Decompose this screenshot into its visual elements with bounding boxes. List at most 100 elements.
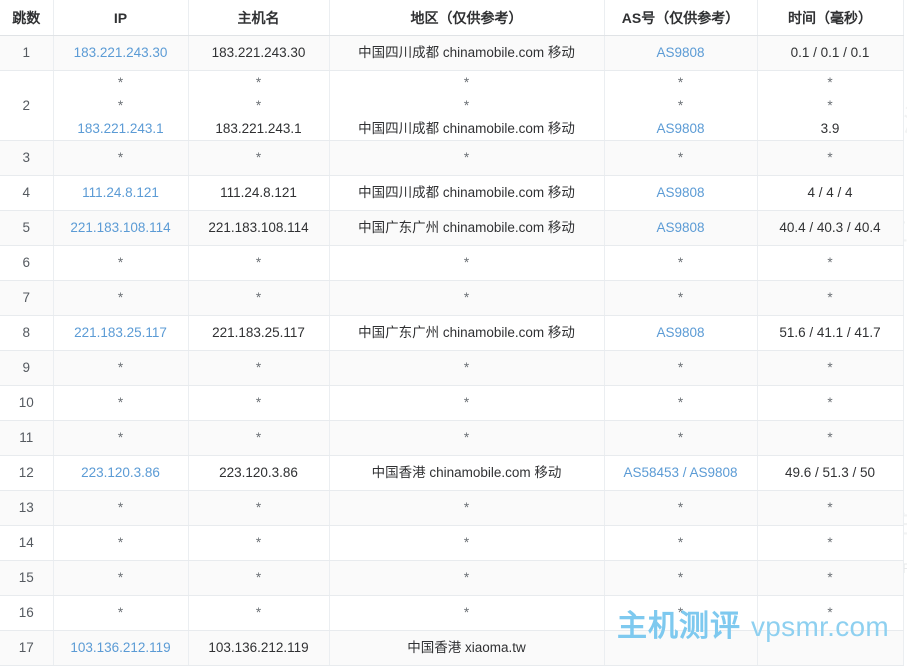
cell-hostname: * <box>188 385 330 421</box>
brand-url: vpsmr.com <box>751 611 890 642</box>
cell-time-lines: * * 3.9 <box>762 71 899 140</box>
cell-hop: 8 <box>0 315 54 351</box>
cell-time-value: 3.9 <box>820 121 840 136</box>
cell-hostname: * <box>188 140 330 176</box>
cell-geo: 中国四川成都 chinamobile.com 移动 <box>329 35 605 71</box>
cell-hop: 10 <box>0 385 54 421</box>
cell-as: AS58453 / AS9808 <box>604 455 758 491</box>
table-row: 15 * * * * * <box>0 560 904 596</box>
cell-geo: 中国广东广州 chinamobile.com 移动 <box>329 315 605 351</box>
cell-time: * <box>757 350 904 386</box>
cell-hostname: * <box>188 595 330 631</box>
timeout-marker: * <box>117 98 124 113</box>
cell-hostname: 221.183.25.117 <box>188 315 330 351</box>
column-header-hop: 跳数 <box>0 0 54 36</box>
cell-geo: * <box>329 280 605 316</box>
cell-hop: 14 <box>0 525 54 561</box>
cell-ip: * <box>53 280 189 316</box>
cell-as: * <box>604 490 758 526</box>
cell-ip: 221.183.108.114 <box>53 210 189 246</box>
cell-ip: 111.24.8.121 <box>53 175 189 211</box>
cell-hostname: * <box>188 560 330 596</box>
cell-hostname: * <box>188 350 330 386</box>
timeout-marker: * <box>463 98 470 113</box>
cell-as: * <box>604 140 758 176</box>
cell-geo: 中国香港 xiaoma.tw <box>329 630 605 666</box>
table-row: 6 * * * * * <box>0 245 904 281</box>
cell-as: AS9808 <box>604 35 758 71</box>
timeout-marker: * <box>677 75 684 90</box>
cell-geo: * <box>329 140 605 176</box>
header-row: 跳数 IP 主机名 地区（仅供参考） AS号（仅供参考） 时间（毫秒） <box>0 0 904 36</box>
table-row: 3 * * * * * <box>0 140 904 176</box>
traceroute-table-container: 跳数 IP 主机名 地区（仅供参考） AS号（仅供参考） 时间（毫秒） 1 183… <box>0 0 907 666</box>
cell-hop: 11 <box>0 420 54 456</box>
cell-ip: * <box>53 595 189 631</box>
cell-hop: 16 <box>0 595 54 631</box>
cell-as: * <box>604 280 758 316</box>
cell-hostname-value: 183.221.243.1 <box>215 121 302 136</box>
column-header-geo: 地区（仅供参考） <box>329 0 605 36</box>
cell-hostname-lines: * * 183.221.243.1 <box>193 71 325 140</box>
cell-geo: 中国广东广州 chinamobile.com 移动 <box>329 210 605 246</box>
cell-ip: 221.183.25.117 <box>53 315 189 351</box>
cell-hop: 9 <box>0 350 54 386</box>
timeout-marker: * <box>827 98 833 113</box>
cell-ip: 183.221.243.30 <box>53 35 189 71</box>
cell-as: AS9808 <box>604 315 758 351</box>
table-row: 1 183.221.243.30 183.221.243.30 中国四川成都 chin… <box>0 35 904 71</box>
table-row: 8 221.183.25.117 221.183.25.117 中国广东广州 chin… <box>0 315 904 351</box>
table-row: 5 221.183.108.114 221.183.108.114 中国广东广州 ch… <box>0 210 904 246</box>
cell-time: 51.6 / 41.1 / 41.7 <box>757 315 904 351</box>
cell-geo: 中国香港 chinamobile.com 移动 <box>329 455 605 491</box>
cell-hostname: 223.120.3.86 <box>188 455 330 491</box>
cell-as: * <box>604 245 758 281</box>
cell-hostname: * <box>188 245 330 281</box>
cell-time: * <box>757 420 904 456</box>
timeout-marker: * <box>255 75 262 90</box>
cell-as: * <box>604 420 758 456</box>
table-row: 13 * * * * * <box>0 490 904 526</box>
traceroute-table: 跳数 IP 主机名 地区（仅供参考） AS号（仅供参考） 时间（毫秒） 1 183… <box>0 0 904 666</box>
cell-as: AS9808 <box>604 210 758 246</box>
cell-ip: 223.120.3.86 <box>53 455 189 491</box>
cell-geo: 中国四川成都 chinamobile.com 移动 <box>329 175 605 211</box>
timeout-marker: * <box>463 75 470 90</box>
timeout-marker: * <box>255 98 262 113</box>
cell-time: * <box>757 560 904 596</box>
table-row: 10 * * * * * <box>0 385 904 421</box>
table-row: 7 * * * * * <box>0 280 904 316</box>
timeout-marker: * <box>677 98 684 113</box>
cell-ip: * <box>53 560 189 596</box>
cell-time: * <box>757 140 904 176</box>
cell-time: * <box>757 490 904 526</box>
cell-time: 4 / 4 / 4 <box>757 175 904 211</box>
cell-hostname: 111.24.8.121 <box>188 175 330 211</box>
cell-geo: * <box>329 350 605 386</box>
cell-time: * <box>757 385 904 421</box>
cell-as: * <box>604 560 758 596</box>
cell-as: * * AS9808 <box>604 70 758 141</box>
cell-as: * <box>604 350 758 386</box>
cell-hop: 3 <box>0 140 54 176</box>
cell-ip: 103.136.212.119 <box>53 630 189 666</box>
timeout-marker: * <box>827 75 833 90</box>
table-row: 12 223.120.3.86 223.120.3.86 中国香港 chinamobi… <box>0 455 904 491</box>
table-body: 1 183.221.243.30 183.221.243.30 中国四川成都 chin… <box>0 35 904 666</box>
cell-geo: * <box>329 525 605 561</box>
cell-geo-value: 中国四川成都 chinamobile.com 移动 <box>358 121 575 136</box>
cell-hop: 13 <box>0 490 54 526</box>
timeout-marker: * <box>117 75 124 90</box>
cell-hostname: 183.221.243.30 <box>188 35 330 71</box>
column-header-ip: IP <box>53 0 189 36</box>
cell-hostname: * * 183.221.243.1 <box>188 70 330 141</box>
cell-ip: * <box>53 420 189 456</box>
cell-hostname: 103.136.212.119 <box>188 630 330 666</box>
cell-geo-lines: * * 中国四川成都 chinamobile.com 移动 <box>334 71 600 140</box>
cell-ip: * <box>53 350 189 386</box>
cell-hop: 7 <box>0 280 54 316</box>
cell-ip-value: 183.221.243.1 <box>77 121 164 136</box>
cell-as: AS9808 <box>604 175 758 211</box>
table-row: 2 * * 183.221.243.1 * * 183.221.243.1 * * 中国四川成都 … <box>0 70 904 141</box>
cell-hop: 4 <box>0 175 54 211</box>
